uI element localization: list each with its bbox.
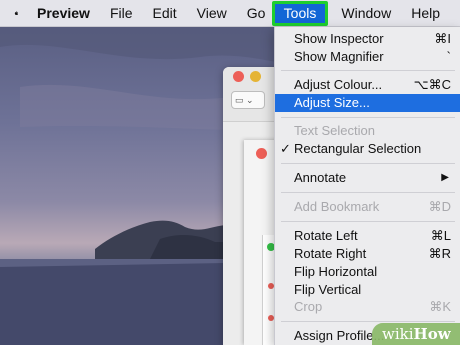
menu-item-adjust-colour[interactable]: Adjust Colour... ⌥⌘C bbox=[275, 76, 460, 94]
menu-item-shortcut: ⌘K bbox=[429, 299, 451, 314]
menu-item-label: Add Bookmark bbox=[294, 199, 380, 214]
menu-go[interactable]: Go bbox=[247, 0, 266, 27]
menu-bar: Preview File Edit View Go Window Help To… bbox=[0, 0, 460, 27]
menu-item-label: Adjust Size... bbox=[294, 95, 370, 110]
menu-item-crop: Crop ⌘K bbox=[275, 298, 460, 316]
menu-item-label: Show Inspector bbox=[294, 31, 384, 46]
menu-tools[interactable]: Tools bbox=[272, 1, 328, 26]
tools-dropdown-menu: Show Inspector ⌘I Show Magnifier ` Adjus… bbox=[274, 27, 460, 345]
apple-logo-icon[interactable] bbox=[14, 4, 19, 22]
menu-separator bbox=[281, 117, 455, 118]
menu-app-name[interactable]: Preview bbox=[37, 0, 90, 27]
menu-item-shortcut: ⌘L bbox=[430, 228, 451, 243]
menu-separator bbox=[281, 221, 455, 222]
menu-item-adjust-size[interactable]: Adjust Size... bbox=[275, 94, 460, 112]
submenu-arrow-icon: ▶ bbox=[441, 172, 449, 183]
menu-item-label: Assign Profile... bbox=[294, 328, 385, 343]
menu-item-rotate-left[interactable]: Rotate Left ⌘L bbox=[275, 227, 460, 245]
menu-separator bbox=[281, 70, 455, 71]
wikihow-watermark: wikiHow bbox=[372, 323, 460, 345]
menu-item-show-inspector[interactable]: Show Inspector ⌘I bbox=[275, 30, 460, 48]
menu-item-shortcut: ⌘I bbox=[434, 31, 451, 46]
menu-separator bbox=[281, 321, 455, 322]
menu-item-rectangular-selection[interactable]: ✓ Rectangular Selection bbox=[275, 140, 460, 158]
menu-item-label: Rotate Right bbox=[294, 246, 367, 261]
menu-item-label: Flip Horizontal bbox=[294, 264, 378, 279]
menu-help[interactable]: Help bbox=[411, 0, 440, 27]
menu-item-shortcut: ⌘R bbox=[428, 246, 451, 261]
menu-item-label: Rectangular Selection bbox=[294, 141, 422, 156]
menu-item-label: Annotate bbox=[294, 170, 347, 185]
menu-view[interactable]: View bbox=[197, 0, 227, 27]
menu-item-label: Rotate Left bbox=[294, 228, 358, 243]
menu-item-label: Flip Vertical bbox=[294, 282, 362, 297]
close-button[interactable] bbox=[233, 71, 244, 82]
watermark-suffix: How bbox=[413, 325, 451, 343]
menu-window[interactable]: Window bbox=[341, 0, 391, 27]
menu-item-flip-horizontal[interactable]: Flip Horizontal bbox=[275, 263, 460, 281]
checkmark-icon: ✓ bbox=[280, 141, 291, 156]
menu-item-label: Text Selection bbox=[294, 123, 375, 138]
menu-item-shortcut: ` bbox=[446, 49, 451, 64]
menu-item-label: Adjust Colour... bbox=[294, 77, 383, 92]
menu-item-shortcut: ⌥⌘C bbox=[413, 77, 451, 92]
menu-item-label: Crop bbox=[294, 299, 323, 314]
menu-item-label: Show Magnifier bbox=[294, 49, 384, 64]
menu-item-add-bookmark: Add Bookmark ⌘D bbox=[275, 198, 460, 216]
minimize-button[interactable] bbox=[250, 71, 261, 82]
menu-separator bbox=[281, 163, 455, 164]
watermark-prefix: wiki bbox=[382, 325, 414, 343]
menu-item-rotate-right[interactable]: Rotate Right ⌘R bbox=[275, 245, 460, 263]
menu-item-show-magnifier[interactable]: Show Magnifier ` bbox=[275, 48, 460, 66]
close-button[interactable] bbox=[256, 148, 267, 159]
menu-file[interactable]: File bbox=[110, 0, 133, 27]
menu-edit[interactable]: Edit bbox=[153, 0, 177, 27]
menu-item-annotate[interactable]: Annotate ▶ bbox=[275, 169, 460, 187]
sidebar-toggle-button[interactable]: ▭ ⌄ bbox=[231, 91, 265, 109]
menu-item-shortcut: ⌘D bbox=[428, 199, 451, 214]
menu-separator bbox=[281, 192, 455, 193]
menu-item-text-selection: Text Selection bbox=[275, 122, 460, 140]
sidebar-icon: ▭ ⌄ bbox=[235, 95, 254, 105]
menu-item-flip-vertical[interactable]: Flip Vertical bbox=[275, 281, 460, 299]
